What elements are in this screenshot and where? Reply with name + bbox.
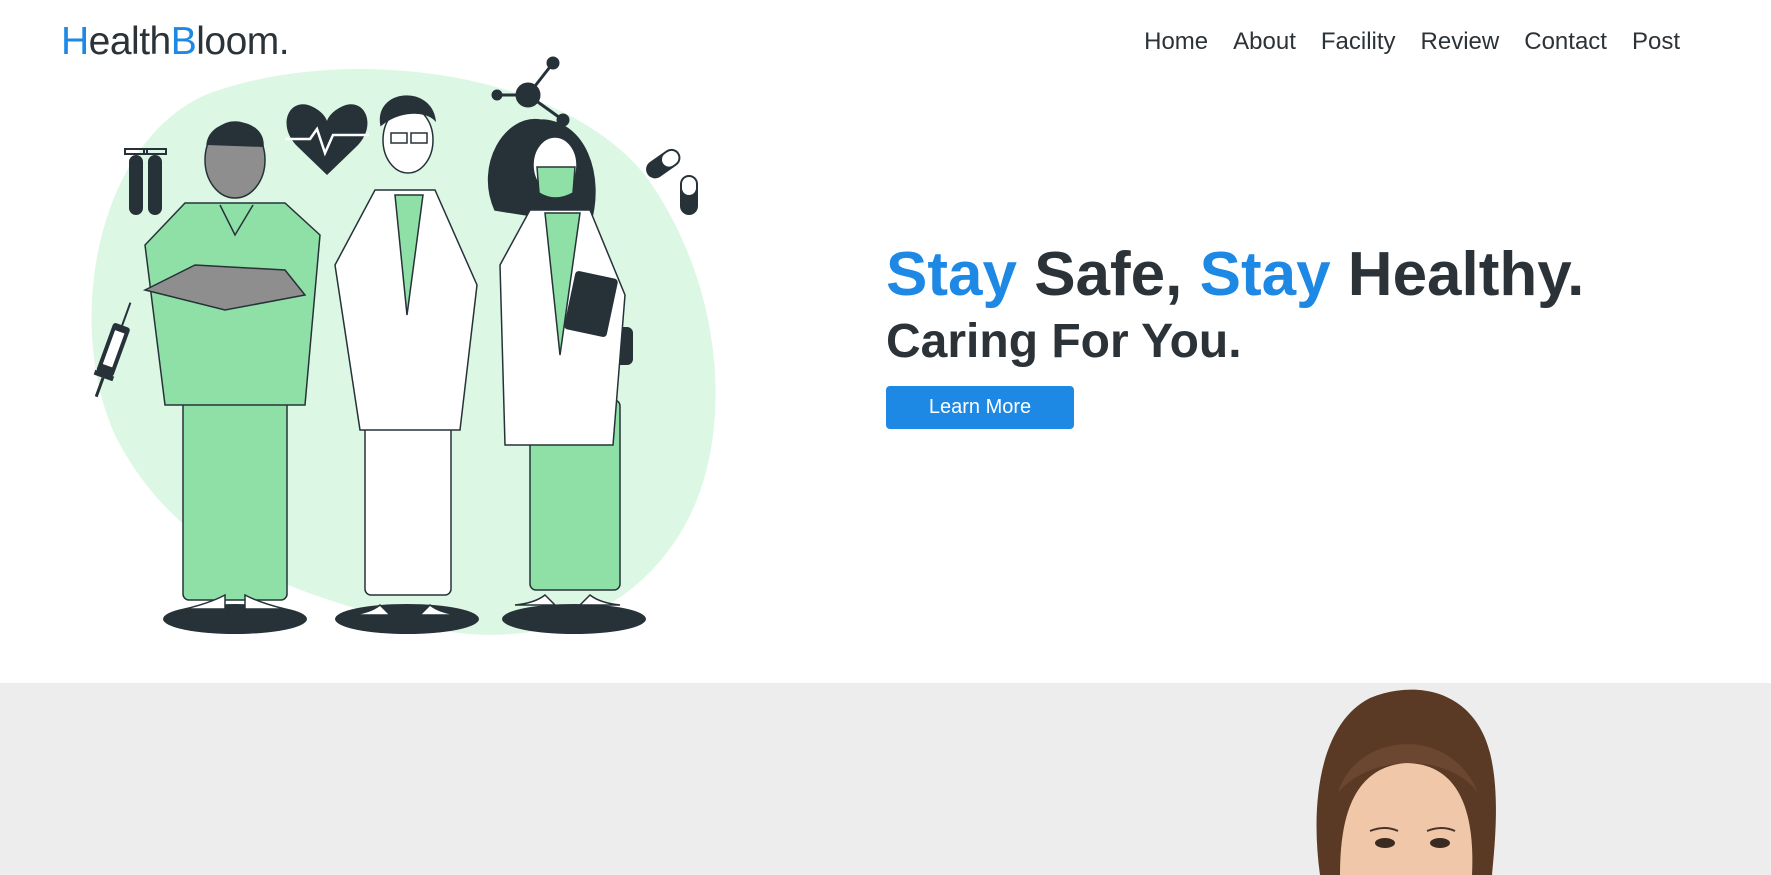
headline-stay-second: Stay bbox=[1199, 240, 1331, 309]
headline-safe: Safe, bbox=[1016, 240, 1200, 309]
nav-link-facility[interactable]: Facility bbox=[1321, 28, 1396, 56]
doctors-illustration bbox=[91, 56, 716, 635]
hero-headline: Stay Safe, Stay Healthy. bbox=[886, 236, 1584, 314]
headline-stay-first: Stay bbox=[886, 240, 1017, 309]
learn-more-button[interactable]: Learn More bbox=[886, 386, 1074, 429]
nav-link-post[interactable]: Post bbox=[1632, 28, 1680, 56]
hero-subtitle: Caring For You. bbox=[886, 315, 1242, 368]
hero-text: Stay Safe, Stay Healthy. Caring For You.… bbox=[886, 236, 1584, 429]
nav-link-review[interactable]: Review bbox=[1421, 28, 1500, 56]
nav-link-about[interactable]: About bbox=[1233, 28, 1296, 56]
nav-link-contact[interactable]: Contact bbox=[1524, 28, 1607, 56]
headline-healthy: Healthy. bbox=[1330, 240, 1585, 309]
main-nav: Home About Facility Review Contact Post bbox=[1144, 28, 1680, 56]
nav-link-home[interactable]: Home bbox=[1144, 28, 1208, 56]
about-section bbox=[0, 683, 1771, 875]
woman-portrait-image bbox=[1316, 689, 1496, 875]
